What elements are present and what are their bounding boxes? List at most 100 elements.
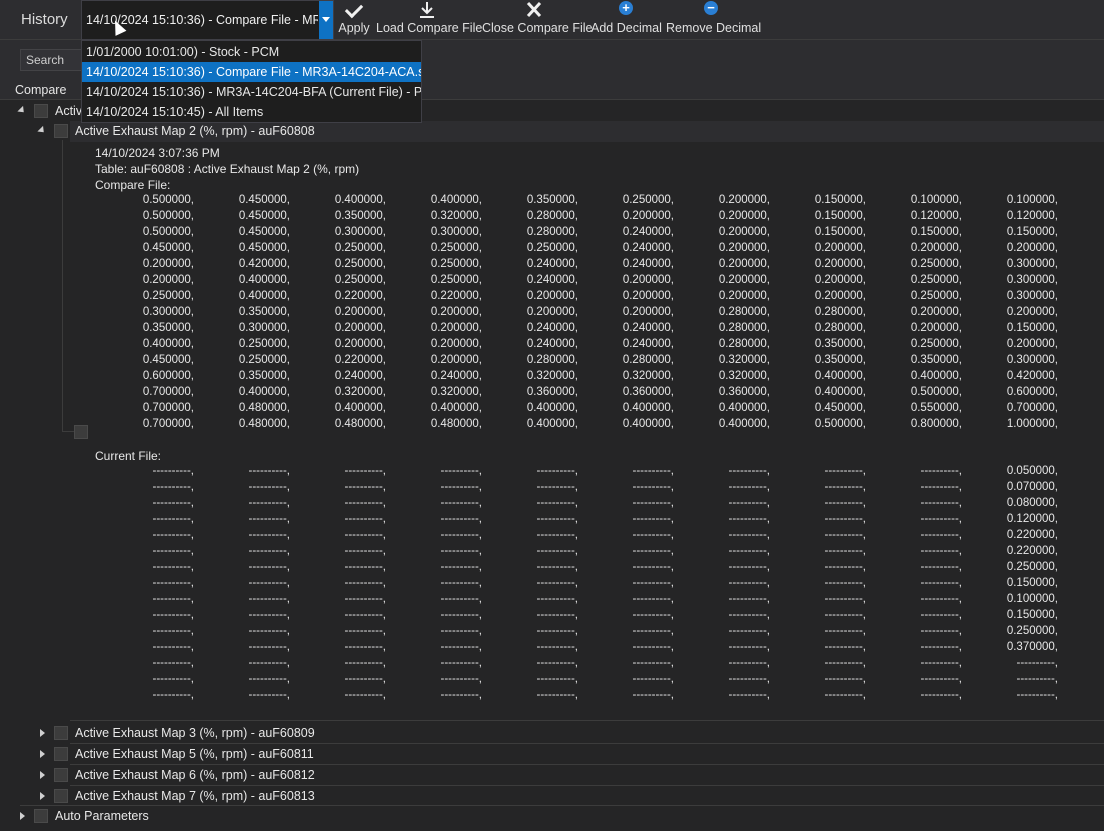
root-checkbox[interactable] — [34, 104, 48, 118]
grid-cell: ----------, — [152, 513, 195, 525]
grid-cell: ----------, — [536, 513, 579, 525]
item-checkbox[interactable] — [54, 789, 68, 803]
grid-cell: 0.200000, — [334, 306, 386, 318]
remove-decimal-button[interactable]: − Remove Decimal — [666, 0, 761, 40]
history-option-selected[interactable]: 14/10/2024 15:10:36) - Compare File - MR… — [82, 62, 421, 82]
grid-cell: 0.250000, — [334, 274, 386, 286]
grid-cell: ----------, — [344, 657, 387, 669]
expand-icon[interactable] — [40, 792, 45, 800]
grid-row: ----------, ----------, ----------, -------… — [0, 673, 1104, 689]
tree-item[interactable]: Active Exhaust Map 6 (%, rpm) - auF60812 — [0, 765, 1104, 785]
grid-cell: ----------, — [920, 673, 963, 685]
grid-row: ----------, ----------, ----------, -------… — [0, 657, 1104, 673]
history-dropdown[interactable]: 1/01/2000 10:01:00) - Stock - PCM 14/10/… — [81, 40, 422, 123]
grid-cell: ----------, — [440, 561, 483, 573]
expand-icon[interactable] — [20, 812, 25, 820]
grid-cell: ----------, — [824, 561, 867, 573]
expanded-item-row[interactable]: Active Exhaust Map 2 (%, rpm) - auF60808 — [0, 121, 1104, 141]
grid-cell: ----------, — [824, 609, 867, 621]
add-decimal-button[interactable]: + Add Decimal — [591, 0, 662, 40]
grid-cell: ----------, — [632, 481, 675, 493]
tree-item-auto-parameters[interactable]: Auto Parameters — [0, 806, 1104, 826]
grid-cell: 0.450000, — [142, 242, 194, 254]
grid-cell: ----------, — [920, 545, 963, 557]
grid-cell: ----------, — [440, 497, 483, 509]
grid-cell: 0.500000, — [910, 386, 962, 398]
grid-cell: ----------, — [344, 481, 387, 493]
subnode-checkbox[interactable] — [74, 425, 88, 439]
history-option[interactable]: 14/10/2024 15:10:45) - All Items — [82, 102, 421, 122]
grid-cell: ----------, — [824, 513, 867, 525]
load-compare-file-button[interactable]: Load Compare File — [376, 0, 482, 40]
grid-cell: 0.450000, — [238, 226, 290, 238]
grid-cell: ----------, — [344, 545, 387, 557]
grid-cell: 0.350000, — [814, 354, 866, 366]
grid-cell: ----------, — [152, 641, 195, 653]
grid-cell: ----------, — [920, 497, 963, 509]
grid-cell: ----------, — [440, 465, 483, 477]
grid-cell: 0.070000, — [1006, 481, 1058, 493]
grid-cell: 0.200000, — [430, 322, 482, 334]
item-checkbox[interactable] — [54, 768, 68, 782]
grid-cell: 0.300000, — [238, 322, 290, 334]
expand-icon[interactable] — [40, 771, 45, 779]
grid-cell: ----------, — [344, 625, 387, 637]
tree-item-label: Active Exhaust Map 7 (%, rpm) - auF60813 — [75, 789, 315, 803]
grid-cell: 0.220000, — [1006, 545, 1058, 557]
tree-item[interactable]: Active Exhaust Map 3 (%, rpm) - auF60809 — [0, 723, 1104, 743]
close-compare-file-button[interactable]: Close Compare File — [482, 0, 593, 40]
search-input[interactable] — [20, 49, 84, 71]
grid-cell: 0.100000, — [1006, 593, 1058, 605]
grid-cell: 0.200000, — [814, 274, 866, 286]
apply-button[interactable]: Apply — [338, 0, 370, 40]
item-checkbox[interactable] — [54, 124, 68, 138]
grid-cell: ----------, — [344, 673, 387, 685]
grid-cell: 0.300000, — [1006, 354, 1058, 366]
grid-cell: 0.400000, — [238, 274, 290, 286]
grid-row: 0.200000, 0.400000, 0.250000, 0.250000, 0.24… — [0, 274, 1104, 290]
grid-row: 0.450000, 0.450000, 0.250000, 0.250000, 0.25… — [0, 242, 1104, 258]
grid-cell: ----------, — [152, 689, 195, 701]
grid-cell: 0.350000, — [526, 194, 578, 206]
grid-cell: 0.150000, — [1006, 577, 1058, 589]
grid-row: ----------, ----------, ----------, -------… — [0, 561, 1104, 577]
grid-cell: ----------, — [728, 497, 771, 509]
expand-icon[interactable] — [40, 729, 45, 737]
root-label: Activ — [55, 104, 83, 118]
grid-cell: ----------, — [440, 577, 483, 589]
grid-cell: 0.250000, — [430, 274, 482, 286]
current-file-label: Current File: — [95, 449, 162, 463]
grid-row: ----------, ----------, ----------, -------… — [0, 545, 1104, 561]
grid-cell: 0.100000, — [910, 194, 962, 206]
tree-item[interactable]: Active Exhaust Map 5 (%, rpm) - auF60811 — [0, 744, 1104, 764]
chevron-down-icon[interactable] — [319, 1, 333, 39]
grid-cell: ----------, — [152, 561, 195, 573]
grid-cell: 0.400000, — [814, 370, 866, 382]
expand-icon[interactable] — [17, 105, 27, 116]
close-compare-file-label: Close Compare File — [482, 21, 593, 35]
grid-cell: 0.700000, — [1006, 402, 1058, 414]
history-option[interactable]: 14/10/2024 15:10:36) - MR3A-14C204-BFA (… — [82, 82, 421, 102]
history-option[interactable]: 1/01/2000 10:01:00) - Stock - PCM — [82, 42, 421, 62]
expand-icon[interactable] — [37, 125, 47, 136]
grid-row: 0.350000, 0.300000, 0.200000, 0.200000, 0.24… — [0, 322, 1104, 338]
grid-cell: 0.200000, — [334, 322, 386, 334]
grid-cell: ----------, — [536, 561, 579, 573]
grid-cell: 0.200000, — [910, 242, 962, 254]
grid-cell: ----------, — [920, 561, 963, 573]
grid-cell: 1.000000, — [1006, 418, 1058, 430]
grid-cell: 0.250000, — [430, 258, 482, 270]
grid-cell: 0.280000, — [718, 322, 770, 334]
expand-icon[interactable] — [40, 750, 45, 758]
item-checkbox[interactable] — [54, 726, 68, 740]
tree-item[interactable]: Active Exhaust Map 7 (%, rpm) - auF60813 — [0, 786, 1104, 806]
grid-cell: ----------, — [440, 689, 483, 701]
item-checkbox[interactable] — [34, 809, 48, 823]
grid-cell: ----------, — [248, 481, 291, 493]
divider — [70, 720, 1104, 721]
grid-cell: ----------, — [248, 641, 291, 653]
grid-cell: ----------, — [632, 465, 675, 477]
grid-cell: 0.480000, — [430, 418, 482, 430]
item-checkbox[interactable] — [54, 747, 68, 761]
grid-cell: 0.550000, — [910, 402, 962, 414]
